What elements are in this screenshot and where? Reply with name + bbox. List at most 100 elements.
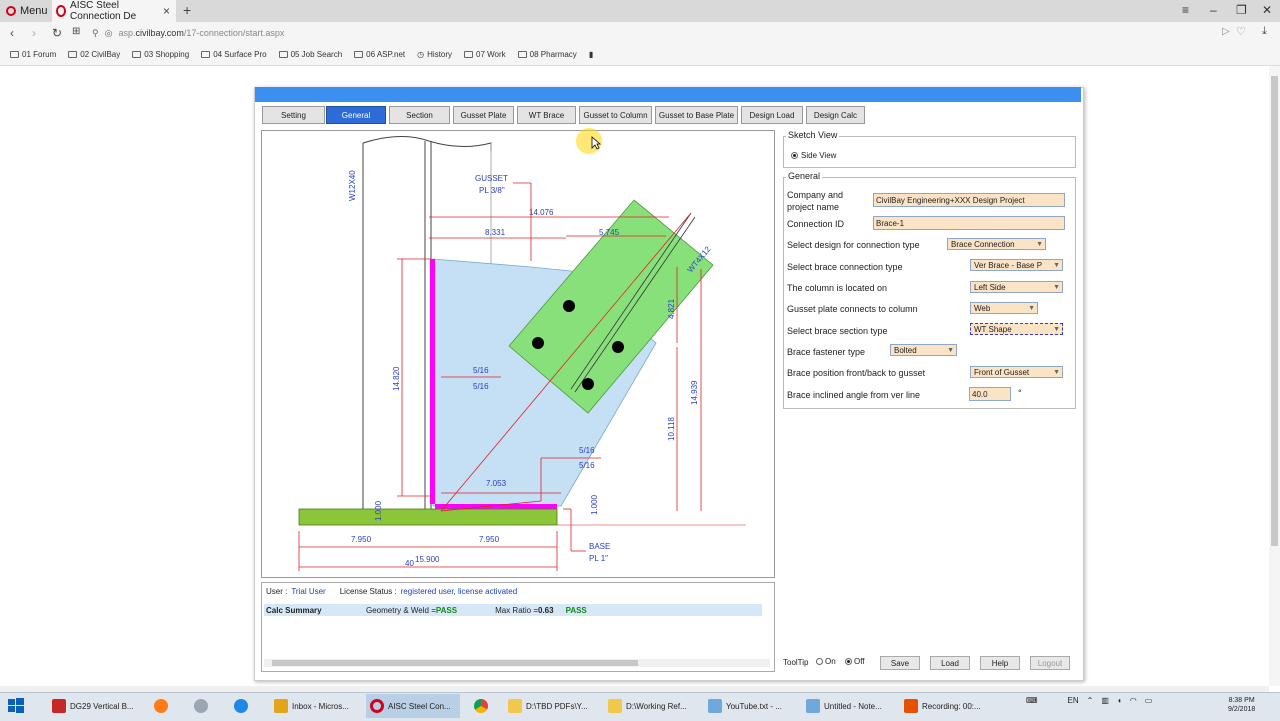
back-icon[interactable]: ‹ <box>10 26 14 40</box>
bookmark-item[interactable]: ▮ <box>589 50 593 59</box>
taskbar-item[interactable]: Inbox - Micros... <box>270 694 362 718</box>
connection-id-input[interactable]: Brace-1 <box>873 216 1065 230</box>
taskbar-item[interactable]: Untitled - Note... <box>802 694 896 718</box>
network-icon[interactable]: ▥ <box>1101 696 1109 705</box>
design-type-label: Select design for connection type <box>787 240 920 250</box>
bookmark-item[interactable]: ◷ History <box>417 50 452 59</box>
chevron-up-icon[interactable]: ⌃ <box>1087 696 1094 705</box>
bookmark-item[interactable]: 08 Pharmacy <box>517 50 577 59</box>
keyboard-icon[interactable]: ⌨ <box>1026 696 1038 705</box>
bookmark-item[interactable]: 05 Job Search <box>278 50 342 59</box>
taskbar-item[interactable]: YouTube.txt - ... <box>704 694 798 718</box>
download-icon[interactable]: ⤓ <box>1262 25 1267 38</box>
pdf-icon <box>52 699 66 713</box>
position-select[interactable]: Front of Gusset ▼ <box>970 366 1063 378</box>
action-center-icon[interactable]: ▭ <box>1145 696 1153 705</box>
taskbar-item[interactable]: DG29 Vertical B... <box>48 694 140 718</box>
dim-label: 5.745 <box>599 228 620 237</box>
fastener-select[interactable]: Bolted ▼ <box>890 344 957 356</box>
company-input[interactable]: CivilBay Engineering+XXX Design Project <box>873 193 1065 207</box>
load-button[interactable]: Load <box>930 656 970 670</box>
tab-general[interactable]: General <box>326 106 386 124</box>
tab-wt-brace[interactable]: WT Brace <box>517 106 576 124</box>
design-type-select[interactable]: Brace Connection ▼ <box>947 238 1046 250</box>
notepad-icon <box>708 699 722 713</box>
bookmark-item[interactable]: 04 Surface Pro <box>201 50 267 59</box>
language-indicator[interactable]: EN <box>1068 696 1079 705</box>
folder-icon <box>10 51 19 58</box>
wifi-icon[interactable]: ◠ <box>1130 696 1137 705</box>
scroll-thumb[interactable] <box>272 660 638 666</box>
tooltip-off-radio[interactable]: Off <box>845 657 865 666</box>
side-view-radio[interactable]: Side View <box>791 151 836 160</box>
forward-icon[interactable]: › <box>32 26 36 40</box>
column-loc-select[interactable]: Left Side ▼ <box>970 281 1063 293</box>
status-panel: User : Trial User License Status : regis… <box>261 582 775 672</box>
maximize-icon[interactable]: ❐ <box>1236 3 1247 17</box>
tab-setting[interactable]: Setting <box>262 106 325 124</box>
tab-gusset-to-base-plate[interactable]: Gusset to Base Plate <box>655 106 738 124</box>
bookmark-item[interactable]: 06 ASP.net <box>354 50 405 59</box>
bookmark-item[interactable]: 07 Work <box>464 50 506 59</box>
chevron-down-icon: ▼ <box>1053 261 1060 269</box>
taskbar-item[interactable] <box>470 694 496 718</box>
clock[interactable]: 8:38 PM 9/2/2018 <box>1228 696 1255 714</box>
tab-close-icon[interactable]: × <box>163 4 170 18</box>
brace-conn-select[interactable]: Ver Brace - Base P ▼ <box>970 259 1063 271</box>
tab-favicon-icon <box>56 5 67 17</box>
taskbar-item[interactable]: D:\TBD PDFs\Y... <box>504 694 598 718</box>
logout-button[interactable]: Logout <box>1030 656 1070 670</box>
tab-menu-icon[interactable]: ≡ <box>1182 3 1189 17</box>
new-tab-icon[interactable]: + <box>183 2 191 18</box>
taskbar-item[interactable]: D:\Working Ref... <box>604 694 698 718</box>
folder-icon <box>608 699 622 713</box>
taskbar-item-active[interactable]: AISC Steel Con... <box>366 694 460 718</box>
opera-menu-button[interactable]: Menu <box>6 4 48 18</box>
angle-input[interactable]: 40.0 <box>969 387 1011 401</box>
speed-dial-icon[interactable]: ⊞ <box>72 26 80 37</box>
angle-label: Brace inclined angle from ver line <box>787 390 921 400</box>
folder-icon <box>132 51 142 58</box>
system-tray: ⌨ EN ⌃ ▥ ◖ ◠ ▭ <box>1026 696 1152 705</box>
tooltip-on-radio[interactable]: On <box>816 657 836 666</box>
cursor-icon <box>591 136 601 150</box>
close-window-icon[interactable]: ✕ <box>1262 3 1272 17</box>
taskbar-item[interactable] <box>190 694 216 718</box>
chevron-down-icon: ▼ <box>1028 304 1035 312</box>
bookmark-item[interactable]: 02 CivilBay <box>68 50 120 59</box>
mail-icon <box>274 699 288 713</box>
tab-design-load[interactable]: Design Load <box>741 106 803 124</box>
bookmark-item[interactable]: 03 Shopping <box>132 50 189 59</box>
tab-section[interactable]: Section <box>389 106 450 124</box>
browser-tab-strip <box>0 0 1280 22</box>
gusset-label: GUSSET <box>475 174 508 183</box>
dim-label: 14.939 <box>690 380 699 405</box>
tab-gusset-to-column[interactable]: Gusset to Column <box>579 106 652 124</box>
heart-icon[interactable]: ♡ <box>1236 25 1246 38</box>
tab-design-calc[interactable]: Design Calc <box>806 106 865 124</box>
taskbar-item[interactable] <box>230 694 256 718</box>
reload-icon[interactable]: ↻ <box>52 26 62 40</box>
weld-size-label: 5/16 <box>473 382 489 391</box>
windows-start-icon[interactable] <box>8 698 24 714</box>
taskbar-item[interactable]: Recording: 00:... <box>900 694 994 718</box>
send-icon[interactable]: ▷ <box>1222 26 1230 37</box>
tab-title: AISC Steel Connection De <box>70 0 137 22</box>
brace-section-select[interactable]: WT Shape ▼ <box>970 323 1063 335</box>
minimize-icon[interactable]: – <box>1210 3 1217 17</box>
taskbar-item[interactable] <box>150 694 176 718</box>
horizontal-scrollbar[interactable] <box>264 659 770 667</box>
page-scroll-thumb[interactable] <box>1271 76 1278 546</box>
angle-unit: ° <box>1018 388 1022 398</box>
column-break-line <box>362 135 492 151</box>
dim-label: 10.118 <box>667 417 676 441</box>
bolt <box>582 378 594 390</box>
volume-icon[interactable]: ◖ <box>1117 696 1122 705</box>
tab-gusset-plate[interactable]: Gusset Plate <box>453 106 514 124</box>
bookmark-item[interactable]: 01 Forum <box>10 50 56 59</box>
browser-tab-active[interactable]: AISC Steel Connection De × <box>52 0 176 22</box>
url-field[interactable]: ⚲ ◎ asp.civilbay.com/17-connection/start… <box>92 25 1250 41</box>
save-button[interactable]: Save <box>880 656 920 670</box>
gusset-conn-select[interactable]: Web ▼ <box>970 302 1038 314</box>
help-button[interactable]: Help <box>980 656 1020 670</box>
